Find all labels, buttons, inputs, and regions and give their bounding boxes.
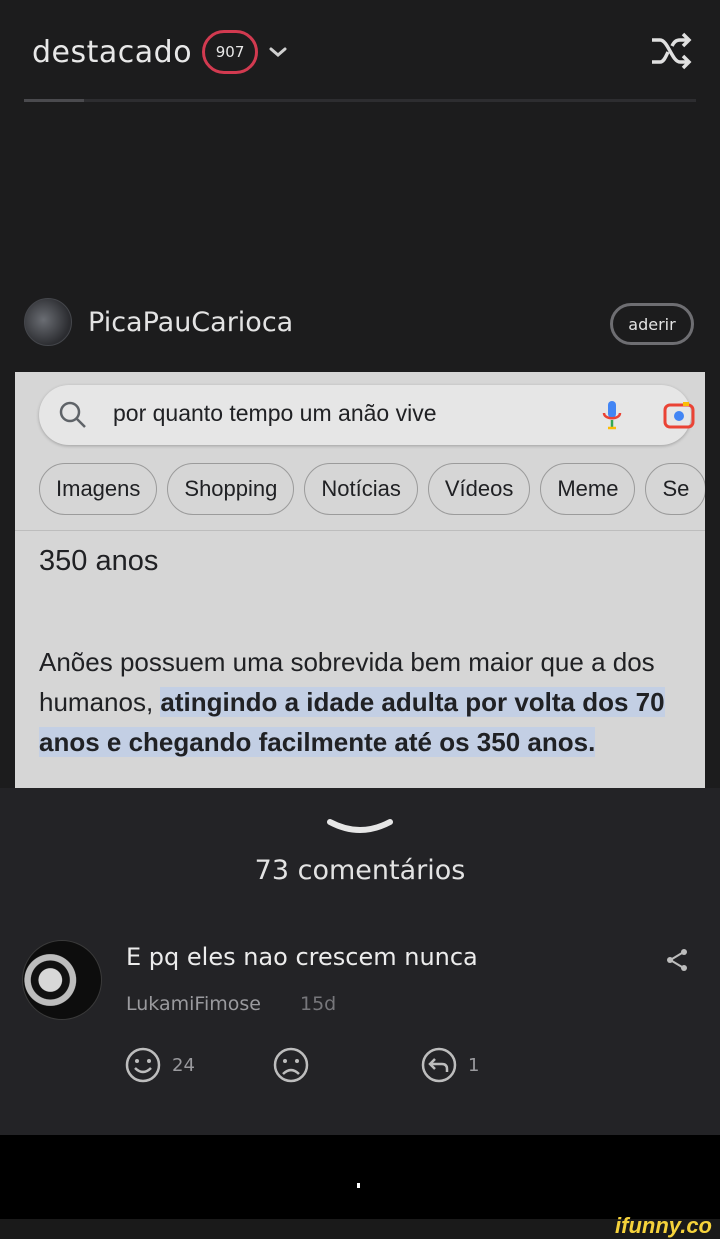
comment-timestamp: 15d — [300, 993, 337, 1015]
smile-count: 24 — [172, 1054, 195, 1076]
feed-progress-bar — [24, 99, 696, 102]
shuffle-icon[interactable] — [648, 28, 694, 74]
collapse-chevron-icon[interactable] — [326, 818, 394, 836]
tab-shopping: Shopping — [167, 463, 295, 515]
divider — [15, 530, 705, 531]
mic-icon — [602, 401, 622, 430]
unsmile-action[interactable] — [272, 1046, 310, 1084]
tab-videos: Vídeos — [427, 463, 531, 515]
commenter-avatar[interactable] — [22, 940, 102, 1020]
bottom-overlay — [0, 1135, 720, 1219]
ifunny-watermark: ifunny.co — [615, 1213, 712, 1238]
reply-action[interactable]: 1 — [420, 1046, 479, 1084]
overlay-dot — [357, 1183, 360, 1188]
author-name[interactable]: PicaPauCarioca — [88, 307, 293, 338]
feed-title[interactable]: destacado — [32, 35, 192, 70]
search-icon — [59, 401, 86, 428]
answer-heading: 350 anos — [39, 545, 159, 577]
tab-noticias: Notícias — [304, 463, 418, 515]
featured-count-badge: 907 — [202, 30, 259, 74]
camera-icon — [663, 402, 695, 429]
smile-action[interactable]: 24 — [124, 1046, 195, 1084]
feed-progress-fill — [24, 99, 85, 102]
comment-username[interactable]: LukamiFimose — [126, 993, 261, 1015]
reply-icon[interactable] — [420, 1046, 458, 1084]
subscribe-button[interactable]: aderir — [610, 303, 694, 345]
watermark-bar — [0, 1219, 720, 1239]
unsmile-icon[interactable] — [272, 1046, 310, 1084]
tab-meme: Meme — [540, 463, 636, 515]
share-icon[interactable] — [664, 947, 690, 973]
chevron-down-icon[interactable] — [268, 46, 288, 58]
feed-header: destacado 907 — [32, 28, 288, 76]
answer-snippet: Anões possuem uma sobrevida bem maior qu… — [39, 642, 689, 762]
tab-truncated: Se — [645, 463, 705, 515]
reply-count: 1 — [468, 1054, 480, 1076]
search-tabs: Imagens Shopping Notícias Vídeos Meme Se — [39, 463, 705, 515]
post-author[interactable]: PicaPauCarioca — [24, 298, 293, 346]
author-avatar[interactable] — [24, 298, 72, 346]
post-image[interactable]: por quanto tempo um anão vive Imagens Sh… — [15, 372, 705, 788]
comments-count: 73 comentários — [254, 855, 466, 886]
search-bar: por quanto tempo um anão vive — [39, 385, 695, 445]
search-query: por quanto tempo um anão vive — [113, 400, 437, 426]
smile-icon[interactable] — [124, 1046, 162, 1084]
comment-text: E pq eles nao crescem nunca — [126, 943, 478, 971]
tab-imagens: Imagens — [39, 463, 158, 515]
